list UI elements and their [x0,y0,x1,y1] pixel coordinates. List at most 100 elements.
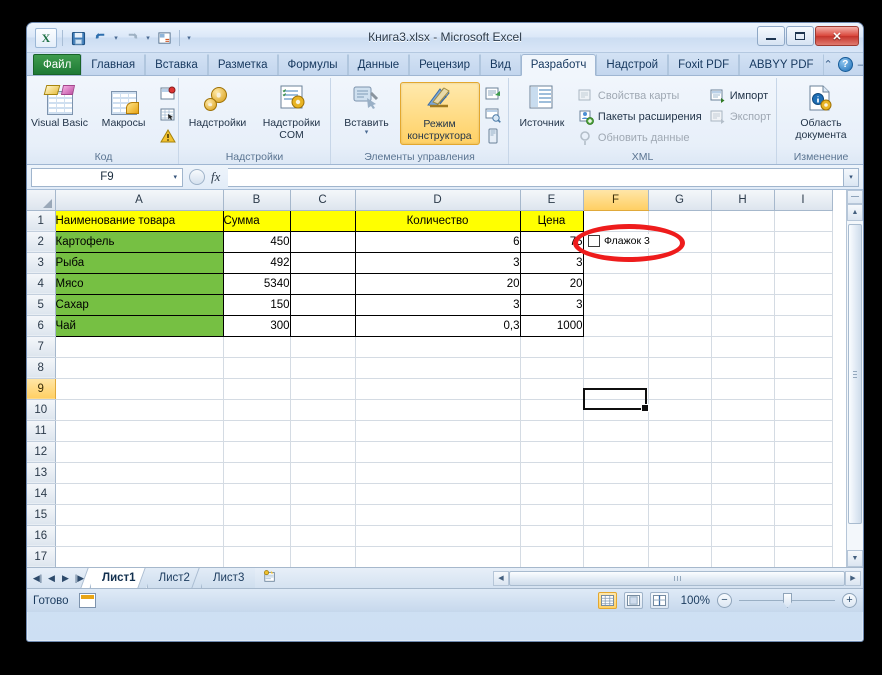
cell-e8[interactable] [520,357,584,379]
row-header-3[interactable]: 3 [27,252,56,274]
row-header-17[interactable]: 17 [27,546,56,567]
cell-f10[interactable] [583,399,649,421]
cell-h4[interactable] [711,273,775,295]
cell-b2[interactable]: 450 [222,230,291,253]
macros-button[interactable]: Макросы [93,82,155,132]
column-header-a[interactable]: A [55,190,224,211]
cell-a1[interactable]: Наименование товара [55,210,224,232]
cell-g9[interactable] [648,378,712,400]
tab-file[interactable]: Файл [33,54,82,75]
cell-d11[interactable] [355,420,521,442]
first-sheet-button[interactable]: ◀| [31,573,44,584]
cell-d14[interactable] [355,483,521,505]
sheet-tab-list3[interactable]: Лист3 [200,568,256,588]
split-handle[interactable] [847,190,863,204]
cell-g1[interactable] [648,210,712,232]
row-header-4[interactable]: 4 [27,273,56,295]
cell-d1[interactable]: Количество [355,210,521,232]
row-header-5[interactable]: 5 [27,294,56,316]
restore-button[interactable] [786,26,814,46]
cell-h8[interactable] [711,357,775,379]
cell-c16[interactable] [290,525,356,547]
cell-e10[interactable] [520,399,584,421]
minimize-button[interactable] [757,26,785,46]
cell-c5[interactable] [289,293,356,316]
cell-b7[interactable] [223,336,291,358]
cell-b9[interactable] [223,378,291,400]
cell-f5[interactable] [583,294,649,316]
cell-e3[interactable]: 3 [519,251,584,274]
cell-g2[interactable] [648,231,712,253]
cell-d9[interactable] [355,378,521,400]
cell-h9[interactable] [711,378,775,400]
cell-c12[interactable] [290,441,356,463]
row-header-14[interactable]: 14 [27,483,56,505]
record-macro-status-icon[interactable] [78,593,96,608]
cell-g6[interactable] [648,315,712,337]
cell-e4[interactable]: 20 [519,272,584,295]
cell-a3[interactable]: Рыба [54,251,224,274]
cell-h2[interactable] [711,231,775,253]
cell-f1[interactable] [583,210,649,232]
cell-b15[interactable] [223,504,291,526]
cell-i7[interactable] [774,336,833,358]
cell-i14[interactable] [774,483,833,505]
cell-a6[interactable]: Чай [54,314,224,337]
cell-a2[interactable]: Картофель [54,230,224,253]
design-mode-button[interactable]: Режим конструктора [399,82,480,145]
vertical-scrollbar[interactable]: ▲ ▼ [846,190,863,567]
cell-a10[interactable] [55,399,224,421]
scroll-left-button[interactable]: ◀ [493,570,509,586]
insert-control-button[interactable]: Вставить ▾ [336,82,398,138]
page-layout-view-button[interactable] [624,592,643,609]
row-header-16[interactable]: 16 [27,525,56,547]
cell-d15[interactable] [355,504,521,526]
cell-f14[interactable] [583,483,649,505]
cell-a16[interactable] [55,525,224,547]
cell-i4[interactable] [774,273,833,295]
cell-d17[interactable] [355,546,521,567]
checkbox-icon[interactable] [588,235,600,247]
cell-f12[interactable] [583,441,649,463]
insert-function-round-icon[interactable] [189,169,205,185]
insert-function-icon[interactable]: fx [211,169,220,185]
cell-g11[interactable] [648,420,712,442]
cell-a12[interactable] [55,441,224,463]
cell-e1[interactable]: Цена [520,210,584,232]
tab-developer[interactable]: Разработч [520,54,597,76]
zoom-slider[interactable] [739,593,835,608]
cell-h16[interactable] [711,525,775,547]
cell-d4[interactable]: 20 [354,272,521,295]
cell-d10[interactable] [355,399,521,421]
cell-d7[interactable] [355,336,521,358]
cell-b5[interactable]: 150 [222,293,291,316]
column-header-b[interactable]: B [223,190,291,211]
column-header-h[interactable]: H [711,190,775,211]
cell-e13[interactable] [520,462,584,484]
cell-g14[interactable] [648,483,712,505]
export-button[interactable]: Экспорт [707,107,774,126]
cell-g8[interactable] [648,357,712,379]
row-header-6[interactable]: 6 [27,315,56,337]
tab-data[interactable]: Данные [347,54,410,75]
cell-a9[interactable] [55,378,224,400]
cell-i15[interactable] [774,504,833,526]
cell-a4[interactable]: Мясо [54,272,224,295]
cell-h5[interactable] [711,294,775,316]
cell-d5[interactable]: 3 [354,293,521,316]
cell-e11[interactable] [520,420,584,442]
cell-g12[interactable] [648,441,712,463]
cell-h12[interactable] [711,441,775,463]
new-sheet-button[interactable] [255,568,285,588]
document-panel-button[interactable]: Область документа [782,82,860,143]
cell-a17[interactable] [55,546,224,567]
zoom-in-button[interactable]: + [842,593,857,608]
tab-foxit-pdf[interactable]: Foxit PDF [668,54,740,75]
cell-b1[interactable]: Сумма [223,210,291,232]
cell-d16[interactable] [355,525,521,547]
scroll-thumb[interactable] [848,224,862,524]
row-header-12[interactable]: 12 [27,441,56,463]
cell-f16[interactable] [583,525,649,547]
cell-e12[interactable] [520,441,584,463]
cell-c3[interactable] [289,251,356,274]
